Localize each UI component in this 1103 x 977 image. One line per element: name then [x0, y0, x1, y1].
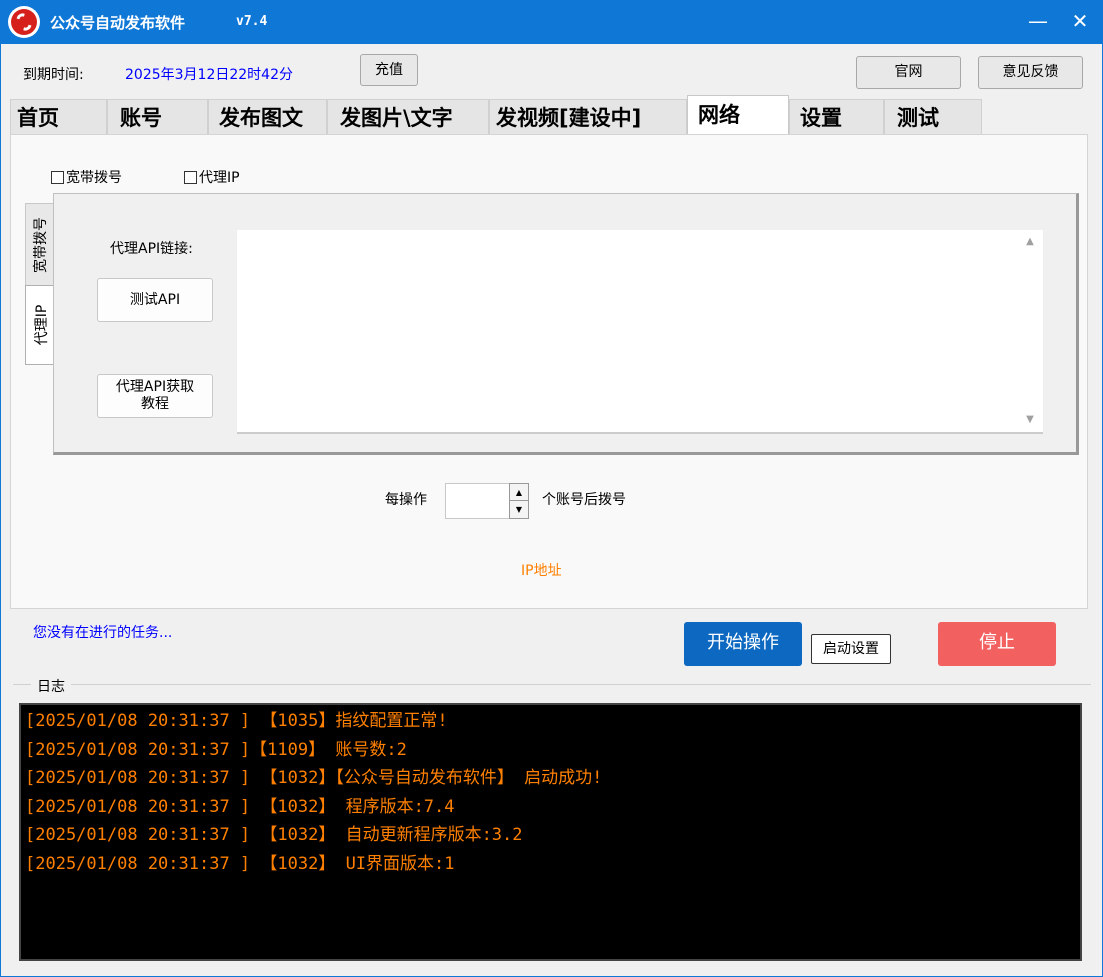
scroll-up-icon[interactable]: ▲ [1023, 236, 1037, 248]
ip-address-label: IP地址 [521, 563, 562, 579]
recharge-button[interactable]: 充值 [360, 54, 418, 86]
log-line: [2025/01/08 20:31:37 ] 【1032】【公众号自动发布软件】… [25, 768, 603, 788]
stop-button[interactable]: 停止 [938, 622, 1056, 666]
tab-home[interactable]: 首页 [10, 99, 107, 135]
log-line: [2025/01/08 20:31:37 ]【1109】 账号数:2 [25, 739, 407, 760]
tab-account[interactable]: 账号 [107, 99, 208, 135]
log-line: [2025/01/08 20:31:37 ] 【1032】 自动更新程序版本:3… [25, 825, 523, 845]
per-op-suffix: 个账号后拨号 [542, 492, 626, 508]
tab-publish-image-text[interactable]: 发图片\文字 [327, 99, 489, 135]
broadband-checkbox[interactable]: 宽带拨号 [51, 167, 122, 187]
per-op-input[interactable] [445, 483, 509, 519]
tutorial-label-line2: 教程 [141, 396, 169, 412]
test-api-button[interactable]: 测试API [97, 278, 213, 322]
expire-label: 到期时间: [23, 67, 84, 83]
expire-value: 2025年3月12日22时42分 [125, 67, 293, 83]
task-status: 您没有在进行的任务... [33, 625, 173, 641]
log-title: 日志 [31, 676, 71, 696]
per-op-label: 每操作 [385, 492, 427, 508]
side-tab-broadband[interactable]: 宽带拨号 [25, 203, 55, 287]
network-tab-panel: 宽带拨号 代理IP 宽带拨号 代理IP 代理API链接: 测试API 代理API… [10, 134, 1088, 609]
proxy-tutorial-button[interactable]: 代理API获取 教程 [97, 374, 213, 418]
proxy-ip-panel: 代理API链接: 测试API 代理API获取 教程 ▲ ▼ [53, 193, 1079, 455]
per-op-stepper[interactable]: ▲ ▼ [509, 483, 529, 519]
proxy-ip-checkbox[interactable]: 代理IP [184, 167, 240, 187]
side-tab-broadband-label: 宽带拨号 [33, 217, 49, 273]
log-line: [2025/01/08 20:31:37 ] 【1032】 程序版本:7.4 [25, 796, 455, 817]
title-bar[interactable]: 公众号自动发布软件 v7.4 — ✕ [0, 0, 1103, 44]
tab-publish-video[interactable]: 发视频[建设中] [489, 99, 687, 135]
log-line: [2025/01/08 20:31:37 ] 【1032】 UI界面版本:1 [25, 853, 455, 874]
broadband-checkbox-label: 宽带拨号 [66, 170, 122, 186]
checkbox-icon [184, 171, 197, 184]
tab-test[interactable]: 测试 [884, 99, 982, 135]
proxy-ip-checkbox-label: 代理IP [199, 170, 240, 186]
tab-settings[interactable]: 设置 [789, 99, 884, 135]
proxy-api-label: 代理API链接: [110, 241, 193, 257]
feedback-button[interactable]: 意见反馈 [978, 56, 1083, 89]
website-button[interactable]: 官网 [856, 56, 961, 89]
tab-publish-article[interactable]: 发布图文 [208, 99, 327, 135]
side-tab-proxy-ip-label: 代理IP [33, 304, 50, 346]
spin-up-icon[interactable]: ▲ [510, 484, 528, 501]
version-label: v7.4 [236, 14, 268, 29]
minimize-icon[interactable]: — [1020, 6, 1056, 36]
app-logo-icon [8, 6, 40, 38]
spin-down-icon[interactable]: ▼ [510, 501, 528, 518]
tab-network[interactable]: 网络 [687, 95, 789, 135]
log-group: 日志 [2025/01/08 20:31:37 ] 【1035】指纹配置正常! … [13, 676, 1091, 968]
log-console[interactable]: [2025/01/08 20:31:37 ] 【1035】指纹配置正常! [20… [19, 703, 1082, 961]
checkbox-icon [51, 171, 64, 184]
tutorial-label-line1: 代理API获取 [115, 379, 195, 395]
side-tab-proxy-ip[interactable]: 代理IP [25, 285, 55, 365]
proxy-api-textarea[interactable]: ▲ ▼ [237, 230, 1043, 434]
main-window-client: 到期时间: 2025年3月12日22时42分 充值 官网 意见反馈 首页 账号 … [1, 44, 1102, 976]
close-icon[interactable]: ✕ [1062, 6, 1098, 36]
start-button[interactable]: 开始操作 [684, 622, 802, 666]
window-title: 公众号自动发布软件 [50, 14, 186, 32]
scroll-down-icon[interactable]: ▼ [1023, 414, 1037, 426]
log-line: [2025/01/08 20:31:37 ] 【1035】指纹配置正常! [25, 711, 448, 731]
startup-settings-button[interactable]: 启动设置 [811, 634, 891, 664]
main-tab-strip: 首页 账号 发布图文 发图片\文字 发视频[建设中] 网络 设置 测试 [10, 95, 982, 135]
